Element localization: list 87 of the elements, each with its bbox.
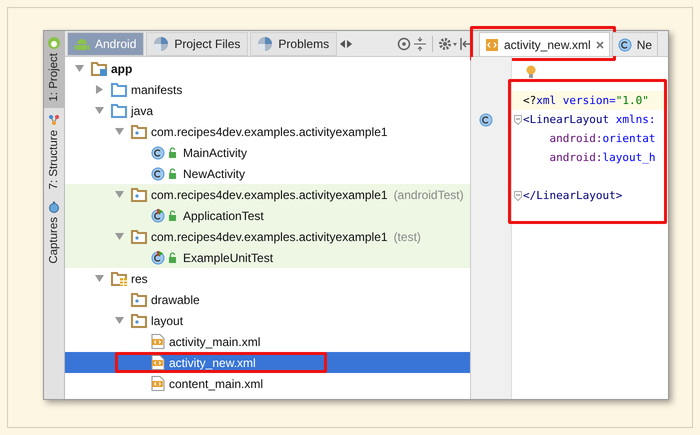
tree-row[interactable]: com.recipes4dev.examples.activityexample1 (androidTest) xyxy=(65,184,470,205)
tool-window-tab[interactable]: 1: Project xyxy=(44,31,64,108)
tree-row[interactable]: MainActivity xyxy=(65,142,470,163)
expand-arrow-icon[interactable] xyxy=(115,127,124,136)
folder-icon xyxy=(111,104,127,118)
tree-item-label: NewActivity xyxy=(183,166,246,180)
expand-arrow-icon[interactable] xyxy=(75,64,84,73)
close-icon[interactable] xyxy=(596,40,604,48)
android-icon xyxy=(48,37,60,49)
tree-item-label: res xyxy=(131,272,148,286)
tree-row[interactable]: app xyxy=(65,58,470,79)
editor-tab[interactable]: Ne xyxy=(612,32,658,56)
settings-icon[interactable] xyxy=(438,36,458,50)
tree-row[interactable]: activity_main.xml xyxy=(65,331,470,352)
expand-arrow-icon[interactable] xyxy=(95,85,104,94)
editor-tab[interactable]: activity_new.xml xyxy=(479,32,610,56)
view-tab[interactable]: Problems xyxy=(250,32,338,56)
tree-row[interactable]: ExampleUnitTest xyxy=(65,247,470,268)
fold-marker-icon[interactable] xyxy=(514,114,522,124)
stopwatch-icon xyxy=(48,201,60,214)
locate-icon[interactable] xyxy=(397,36,411,50)
tree-row[interactable]: activity_new.xml xyxy=(65,352,470,373)
xml-file-icon xyxy=(151,355,165,370)
fold-marker-icon[interactable] xyxy=(514,190,522,200)
tree-row[interactable]: res xyxy=(65,268,470,289)
code-line: <LinearLayout xmlns: xyxy=(523,113,656,126)
tree-item-label: ExampleUnitTest xyxy=(183,250,274,264)
pie-chart-icon xyxy=(257,36,274,52)
test-class-icon xyxy=(151,250,179,264)
lightbulb-icon[interactable] xyxy=(526,65,536,79)
tool-window-tab[interactable]: Captures xyxy=(44,195,64,270)
tree-item-label: app xyxy=(111,62,132,76)
tree-item-label: com.recipes4dev.examples.activityexample1 xyxy=(151,230,388,244)
structure-icon xyxy=(48,114,60,126)
xml-file-icon xyxy=(151,376,165,391)
tree-item-label: ApplicationTest xyxy=(183,208,264,222)
package-folder-icon xyxy=(131,292,147,306)
tree-item-label: manifests xyxy=(131,82,182,96)
expand-arrow-icon[interactable] xyxy=(115,232,124,241)
code-line: <?xml version="1.0" xyxy=(523,94,649,107)
resource-folder-icon xyxy=(111,272,127,286)
tree-row[interactable]: content_main.xml xyxy=(65,373,470,394)
expand-arrow-icon[interactable] xyxy=(95,106,104,115)
test-class-icon xyxy=(151,208,179,222)
tool-window-tab[interactable]: 7: Structure xyxy=(44,108,64,196)
tree-row[interactable]: drawable xyxy=(65,289,470,310)
tree-row[interactable]: manifests xyxy=(65,79,470,100)
package-folder-icon xyxy=(131,314,147,328)
tree-item-label: java xyxy=(131,104,154,118)
xml-file-icon xyxy=(485,38,499,52)
expand-arrow-icon[interactable] xyxy=(115,190,124,199)
pie-chart-icon xyxy=(153,36,170,52)
tree-item-label: drawable xyxy=(151,292,200,306)
class-icon xyxy=(151,166,179,180)
module-folder-icon xyxy=(91,62,107,76)
tree-row[interactable]: com.recipes4dev.examples.activityexample1 (test) xyxy=(65,226,470,247)
expand-arrow-icon[interactable] xyxy=(115,316,124,325)
source-set-label: (test) xyxy=(394,230,421,244)
tree-row[interactable]: ApplicationTest xyxy=(65,205,470,226)
tree-item-label: activity_main.xml xyxy=(169,334,260,348)
collapse-all-icon[interactable] xyxy=(413,36,427,50)
xml-file-icon xyxy=(151,334,165,349)
folder-icon xyxy=(111,82,127,96)
expand-arrow-icon[interactable] xyxy=(95,274,104,283)
tree-row[interactable]: NewActivity xyxy=(65,163,470,184)
package-folder-icon xyxy=(131,230,147,244)
tree-row[interactable]: layout xyxy=(65,310,470,331)
tree-row[interactable]: com.recipes4dev.examples.activityexample1 xyxy=(65,121,470,142)
package-folder-icon xyxy=(131,188,147,202)
source-set-label: (androidTest) xyxy=(394,188,464,202)
code-line: android:orientat xyxy=(548,132,656,145)
hide-panel-icon[interactable] xyxy=(460,36,470,50)
split-arrows-icon[interactable] xyxy=(339,38,354,50)
tree-item-label: com.recipes4dev.examples.activityexample1 xyxy=(151,188,388,202)
tree-item-label: MainActivity xyxy=(183,146,248,160)
class-icon xyxy=(151,146,179,160)
tree-row[interactable]: java xyxy=(65,100,470,121)
tree-item-label: content_main.xml xyxy=(169,376,264,390)
package-folder-icon xyxy=(131,124,147,138)
code-line: android:layout_h xyxy=(548,151,656,164)
tree-item-label: layout xyxy=(151,314,184,328)
tree-item-label: activity_new.xml xyxy=(169,356,256,370)
view-tab[interactable]: Project Files xyxy=(146,32,248,56)
class-icon xyxy=(618,38,632,52)
tree-item-label: com.recipes4dev.examples.activityexample1 xyxy=(151,124,388,138)
class-icon[interactable] xyxy=(479,112,493,126)
code-line: </LinearLayout> xyxy=(523,189,622,202)
